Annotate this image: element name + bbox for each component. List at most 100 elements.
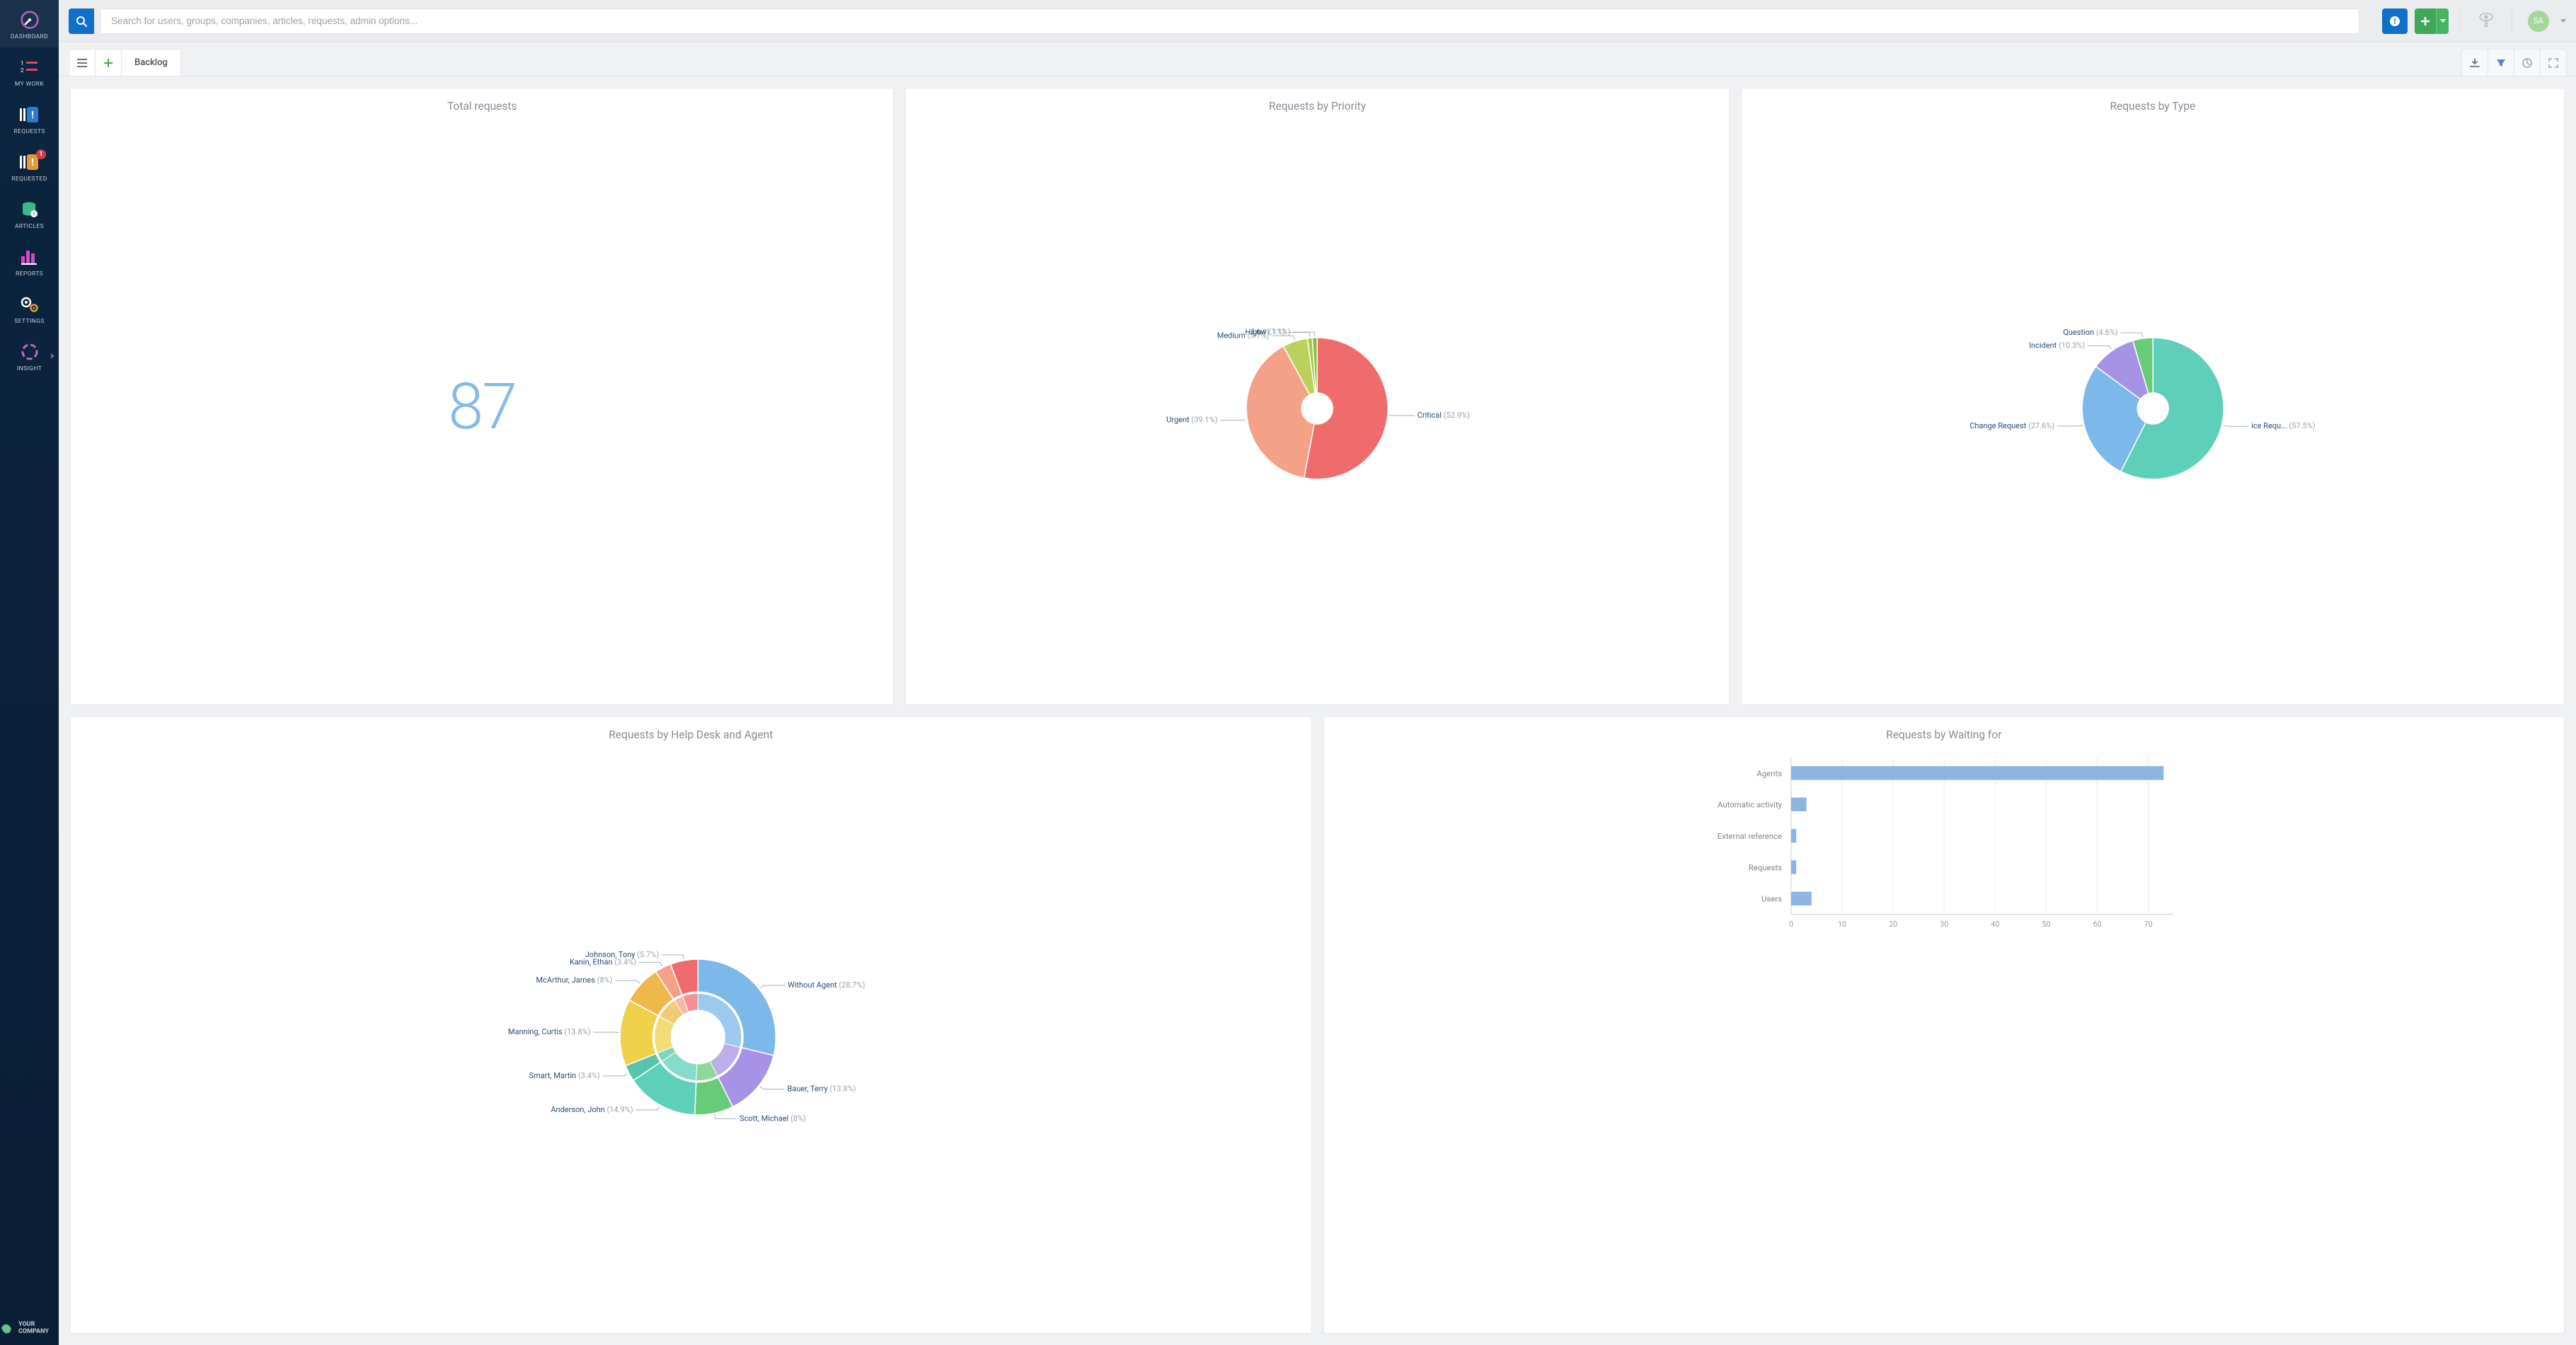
svg-text:i: i	[33, 211, 34, 217]
sidebar-item-label: ARTICLES	[15, 223, 44, 230]
sidebar-item-label: MY WORK	[15, 81, 44, 88]
search-button[interactable]	[69, 8, 94, 34]
hamburger-icon	[77, 59, 87, 67]
requests-icon: !	[20, 105, 40, 125]
dashboard-content: Total requests 87 Requests by Priority C…	[59, 76, 2576, 1345]
svg-text:Johnson, Tony (5.7%): Johnson, Tony (5.7%)	[585, 949, 660, 958]
svg-text:Automatic activity: Automatic activity	[1718, 800, 1783, 810]
sidebar-item-dashboard[interactable]: DASHBOARD	[0, 0, 59, 47]
sidebar: DASHBOARD 12 MY WORK ! REQUESTS ! 1 REQU…	[0, 0, 59, 1345]
sidebar-item-label: DASHBOARD	[11, 33, 48, 40]
svg-text:Agents: Agents	[1756, 768, 1782, 778]
sidebar-badge: 1	[36, 149, 46, 159]
svg-text:70: 70	[2144, 920, 2152, 929]
divider	[2460, 8, 2461, 34]
svg-text:Anderson, John (14.9%): Anderson, John (14.9%)	[551, 1104, 633, 1114]
sidebar-item-settings[interactable]: SETTINGS	[0, 285, 59, 332]
download-button[interactable]	[2461, 49, 2488, 76]
svg-text:!: !	[31, 110, 34, 121]
svg-text:Without Agent (28.7%): Without Agent (28.7%)	[788, 980, 866, 990]
sidebar-item-reports[interactable]: REPORTS	[0, 237, 59, 285]
card-title: Requests by Waiting for	[1337, 728, 2552, 741]
svg-text:1: 1	[21, 60, 24, 67]
avatar[interactable]: SA	[2528, 11, 2549, 32]
svg-text:Critical (52.9%): Critical (52.9%)	[1418, 411, 1470, 420]
company-label: YOUR COMPANY	[18, 1321, 59, 1335]
svg-text:60: 60	[2093, 920, 2101, 929]
svg-text:Incident (10.3%): Incident (10.3%)	[2029, 340, 2085, 350]
create-button[interactable]	[2415, 8, 2449, 34]
sidebar-item-requests[interactable]: ! REQUESTS	[0, 95, 59, 142]
eye-icon	[2479, 13, 2493, 21]
svg-text:ice Requ... (57.5%): ice Requ... (57.5%)	[2251, 421, 2316, 430]
donut-chart-priority: Critical (52.9%)Urgent (39.1%)Medium (5.…	[919, 313, 1715, 500]
svg-text:2: 2	[21, 67, 24, 74]
sidebar-item-requested[interactable]: ! 1 REQUESTED	[0, 142, 59, 190]
fullscreen-button[interactable]	[2540, 49, 2567, 76]
sidebar-item-label: REQUESTED	[11, 176, 47, 183]
sidebar-item-mywork[interactable]: 12 MY WORK	[0, 47, 59, 95]
bar-chart-waiting: 010203040506070AgentsAutomatic activityE…	[1337, 750, 2552, 937]
svg-text:External reference: External reference	[1717, 831, 1781, 841]
total-requests-value: 87	[448, 370, 516, 444]
svg-text:Smart, Martin (3.4%): Smart, Martin (3.4%)	[529, 1070, 600, 1080]
sidebar-item-label: SETTINGS	[14, 318, 45, 325]
card-total-requests[interactable]: Total requests 87	[70, 88, 894, 705]
plus-icon	[104, 59, 113, 67]
card-requests-by-waiting[interactable]: Requests by Waiting for 010203040506070A…	[1323, 716, 2565, 1334]
card-title: Requests by Priority	[919, 100, 1715, 113]
database-icon: i	[20, 200, 40, 219]
sidebar-item-articles[interactable]: i ARTICLES	[0, 190, 59, 237]
watch-count: 0	[2484, 21, 2488, 29]
insight-icon	[20, 342, 40, 362]
add-tab-button[interactable]	[95, 49, 122, 76]
schedule-button[interactable]	[2514, 49, 2541, 76]
svg-text:10: 10	[1837, 920, 1846, 929]
donut-chart-type: ice Requ... (57.5%) Change Request (27.6%…	[1754, 313, 2551, 500]
tabbar-menu-button[interactable]	[69, 49, 96, 76]
sunburst-chart-agent: Without Agent (28.7%) Bauer, Terry (13.8%…	[84, 942, 1299, 1129]
svg-text:0: 0	[1788, 920, 1793, 929]
chevron-right-icon	[51, 353, 54, 359]
svg-text:20: 20	[1889, 920, 1897, 929]
card-title: Total requests	[84, 100, 880, 113]
filter-button[interactable]	[2488, 49, 2514, 76]
svg-text:!: !	[2394, 17, 2396, 26]
main: ! 0 SA Backlog	[59, 0, 2576, 1345]
svg-text:!: !	[31, 157, 34, 168]
card-requests-by-type[interactable]: Requests by Type ice Requ... (57.5%)Chan…	[1741, 88, 2565, 705]
expand-icon	[2548, 58, 2558, 68]
svg-text:Requests: Requests	[1748, 862, 1781, 872]
svg-text:Change Request (27.6%): Change Request (27.6%)	[1970, 420, 2054, 430]
clock-icon	[2522, 58, 2532, 68]
topbar: ! 0 SA	[59, 0, 2576, 42]
svg-text:Scott, Michael (8%): Scott, Michael (8%)	[740, 1114, 806, 1123]
search-icon	[76, 16, 87, 27]
gears-icon	[20, 294, 40, 314]
watch-button[interactable]: 0	[2472, 11, 2500, 30]
svg-text:40: 40	[1991, 920, 1999, 929]
svg-text:Low (1.1%): Low (1.1%)	[1253, 327, 1291, 336]
notifications-button[interactable]: !	[2382, 8, 2408, 34]
tab-backlog[interactable]: Backlog	[121, 49, 181, 76]
sidebar-item-label: INSIGHT	[17, 365, 42, 372]
card-requests-by-priority[interactable]: Requests by Priority Critical (52.9%)Urg…	[905, 88, 1729, 705]
company-logo: YOUR COMPANY	[0, 1321, 59, 1335]
download-icon	[2470, 58, 2480, 68]
user-menu-caret[interactable]	[2560, 19, 2566, 23]
tab-label: Backlog	[134, 57, 168, 68]
card-requests-by-agent[interactable]: Requests by Help Desk and Agent Without …	[70, 716, 1312, 1334]
sidebar-item-insight[interactable]: INSIGHT	[0, 332, 59, 379]
svg-text:Manning, Curtis (13.8%): Manning, Curtis (13.8%)	[508, 1027, 591, 1036]
sidebar-item-label: REQUESTS	[13, 128, 45, 135]
bar-chart-icon	[20, 247, 40, 267]
sidebar-item-label: REPORTS	[16, 270, 43, 277]
search-input[interactable]	[101, 8, 2359, 34]
svg-text:Question (4.6%): Question (4.6%)	[2063, 328, 2118, 337]
filter-icon	[2496, 58, 2506, 68]
svg-text:Bauer, Terry (13.8%): Bauer, Terry (13.8%)	[788, 1084, 856, 1093]
chevron-down-icon[interactable]	[2436, 8, 2449, 34]
tabbar: Backlog	[59, 42, 2576, 76]
svg-text:McArthur, James (8%): McArthur, James (8%)	[536, 975, 613, 984]
alert-icon: !	[2389, 16, 2400, 27]
